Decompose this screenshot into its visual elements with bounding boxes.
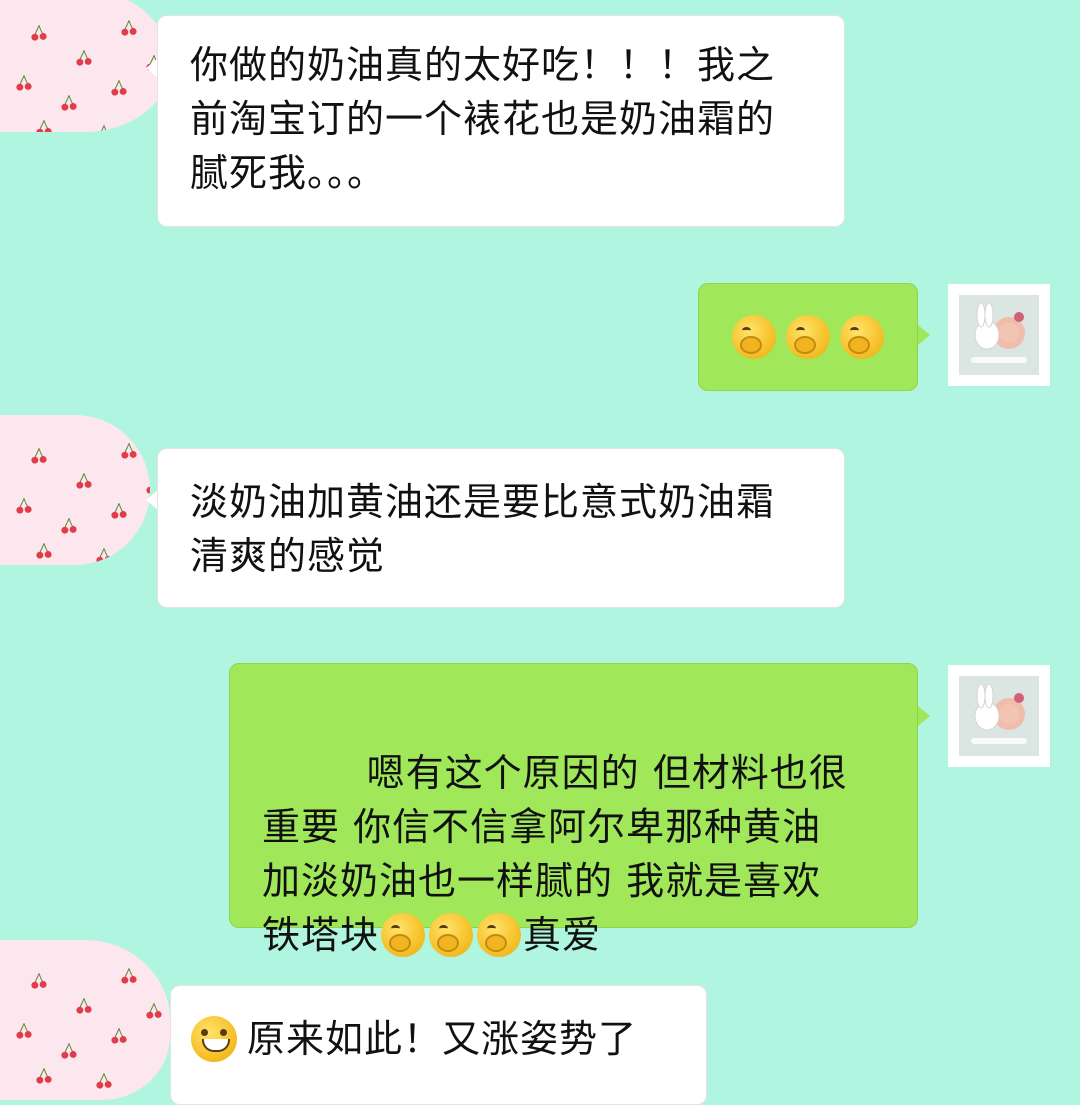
contact-avatar[interactable] [0, 0, 170, 132]
cherry-pattern-icon [0, 0, 170, 132]
contact-avatar[interactable] [0, 415, 150, 565]
message-text: 原来如此！又涨姿势了 [247, 1017, 638, 1061]
cherry-icon [111, 80, 127, 96]
cherry-icon [36, 543, 52, 559]
message-bubble[interactable]: 嗯有这个原因的 但材料也很重要 你信不信拿阿尔卑那种黄油加淡奶油也一样腻的 我就… [229, 663, 918, 957]
hug-face-icon [381, 913, 426, 957]
hug-face-icon [477, 913, 522, 957]
cherry-icon [146, 1003, 162, 1019]
chat-area: 你做的奶油真的太好吃！！！我之前淘宝订的一个裱花也是奶油霜的腻死我。。。 淡奶油… [0, 0, 1080, 1105]
cherry-icon [61, 1043, 77, 1059]
cherry-icon [76, 998, 92, 1014]
cherry-pattern-icon [0, 940, 170, 1100]
user-avatar[interactable] [948, 284, 1050, 386]
hug-face-icon [840, 315, 884, 359]
cherry-icon [76, 50, 92, 66]
hug-face-icon [429, 913, 474, 957]
bunny-shop-logo-icon [959, 676, 1039, 756]
cherry-icon [96, 548, 112, 564]
bunny-shop-logo-icon [959, 295, 1039, 375]
message-text: 你做的奶油真的太好吃！！！我之前淘宝订的一个裱花也是奶油霜的腻死我。。。 [190, 43, 776, 195]
cherry-icon [16, 1023, 32, 1039]
contact-avatar[interactable] [0, 940, 170, 1100]
bubble-tail [918, 325, 930, 345]
message-bubble[interactable]: 原来如此！又涨姿势了 [170, 985, 707, 1105]
cherry-icon [111, 1028, 127, 1044]
cherry-icon [61, 95, 77, 111]
cherry-icon [36, 120, 52, 132]
cherry-icon [121, 968, 137, 984]
message-text: 淡奶油加黄油还是要比意式奶油霜清爽的感觉 [190, 480, 776, 578]
cherry-pattern-icon [0, 415, 150, 565]
cherry-icon [121, 20, 137, 36]
hug-face-icon [732, 315, 776, 359]
message-bubble[interactable]: 淡奶油加黄油还是要比意式奶油霜清爽的感觉 [157, 448, 845, 608]
cherry-icon [16, 75, 32, 91]
message-bubble[interactable]: 你做的奶油真的太好吃！！！我之前淘宝订的一个裱花也是奶油霜的腻死我。。。 [157, 15, 845, 227]
cherry-icon [16, 498, 32, 514]
cherry-icon [31, 25, 47, 41]
hug-face-icon [786, 315, 830, 359]
cherry-icon [121, 443, 137, 459]
cherry-icon [111, 503, 127, 519]
cherry-icon [100, 125, 108, 132]
message-text: 嗯有这个原因的 但材料也很重要 你信不信拿阿尔卑那种黄油加淡奶油也一样腻的 我就… [262, 692, 852, 1016]
cherry-icon [36, 1068, 52, 1084]
cherry-icon [31, 973, 47, 989]
cherry-icon [76, 473, 92, 489]
user-avatar[interactable] [948, 665, 1050, 767]
grinning-face-icon [191, 1016, 237, 1062]
message-text-part: 真爱 [523, 913, 602, 957]
cherry-icon [31, 448, 47, 464]
cherry-icon [61, 518, 77, 534]
bubble-tail [918, 706, 930, 726]
message-bubble[interactable] [698, 283, 918, 391]
cherry-icon [96, 1073, 112, 1089]
